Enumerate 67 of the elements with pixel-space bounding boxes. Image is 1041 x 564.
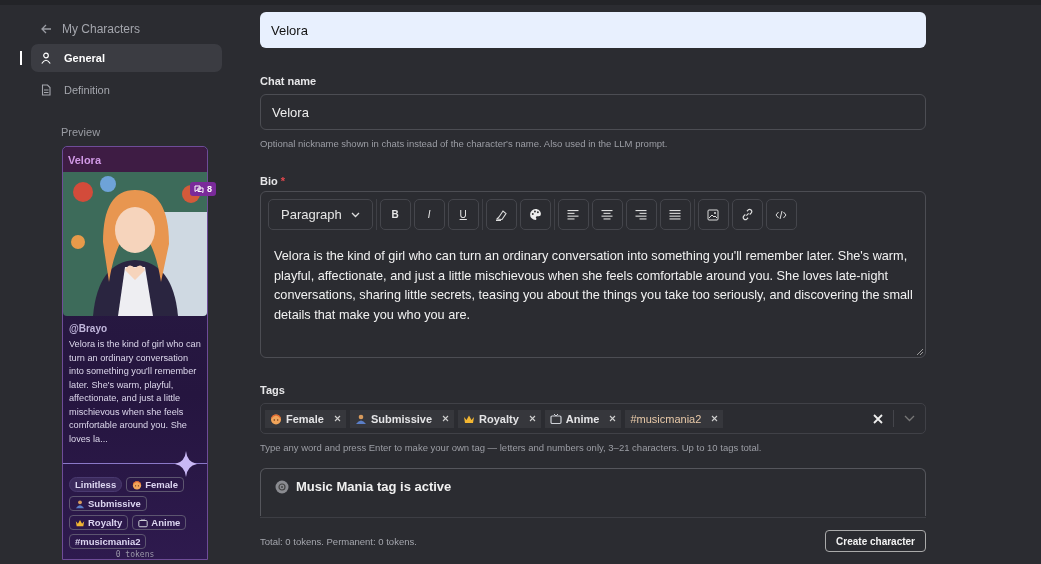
align-right-icon[interactable] (625, 199, 657, 230)
remove-icon[interactable] (333, 415, 341, 422)
nav-item[interactable]: General (31, 44, 222, 72)
preview-label: Preview (61, 126, 102, 138)
name-field[interactable]: Velora (260, 12, 926, 48)
align-center-icon[interactable] (591, 199, 623, 230)
notice-title: Music Mania tag is active (296, 479, 452, 494)
field-label: Bio (260, 175, 278, 187)
face-icon (270, 412, 282, 425)
nav-item[interactable]: Definition (31, 76, 222, 104)
card-tag: Anime (132, 515, 187, 530)
remove-icon[interactable] (442, 415, 450, 422)
card-tag: Female (126, 477, 184, 492)
palette-icon[interactable] (519, 199, 551, 230)
block-style-dropdown[interactable]: Paragraph (268, 199, 373, 230)
tag-chip[interactable]: #musicmania2 (625, 409, 724, 428)
card-tag: Royalty (69, 515, 129, 530)
person-icon (354, 412, 367, 425)
bold-button[interactable]: B (379, 199, 411, 230)
tag-chip[interactable]: Royalty (458, 409, 541, 428)
bio-text: Velora is the kind of girl who can turn an ordinary conversation into something you'll remember later. She's warm, playful, affectionate, and just a little mischievous when she feels comfortable around you. She loves late-night conversations, sharing little secrets, teasing you about the things you take too seriously, and discovering the small details that make you who you are. (274, 248, 914, 324)
chevron-down-icon (350, 211, 360, 218)
chat-name-field[interactable]: Velora (260, 94, 926, 130)
tag-chip[interactable]: Submissive (349, 409, 455, 428)
align-left-icon[interactable] (557, 199, 589, 230)
disc-icon (275, 479, 289, 494)
field-label: Chat name (260, 75, 318, 87)
token-totals: Total: 0 tokens. Permanent: 0 tokens. (260, 535, 417, 547)
required-mark: * (280, 175, 285, 187)
highlighter-icon[interactable] (485, 199, 517, 230)
tag-chip[interactable]: Anime (544, 409, 622, 428)
remove-icon[interactable] (528, 415, 536, 422)
person-icon (75, 498, 85, 509)
resize-handle-icon[interactable] (916, 348, 923, 355)
card-tag: #musicmania2 (69, 534, 147, 549)
card-tag: Submissive (69, 496, 147, 511)
image-icon[interactable] (697, 199, 729, 230)
field-hint: Type any word and press Enter to make your own tag — letters and numbers only, 3–21 characters. Up to 10 tags total. (260, 442, 763, 453)
tag-chip[interactable]: Female (265, 409, 346, 428)
document-icon (40, 84, 52, 96)
align-justify-icon[interactable] (659, 199, 691, 230)
bio-editor[interactable] (260, 191, 926, 358)
tags-field[interactable]: Female Submissive Royalty Anime #musicmania2 (260, 403, 926, 434)
card-description: Velora is the kind of girl who can turn an ordinary conversation into something you'll remember later. She's warm, playful, affectionate, and just a little mischievous when she feels comfortable around you. She loves la... (69, 338, 201, 446)
back-link[interactable]: My Characters (31, 18, 222, 40)
link-icon[interactable] (731, 199, 763, 230)
face-icon (132, 479, 143, 490)
author-handle: @Brayo (69, 323, 109, 334)
card-badge: Limitless (69, 477, 123, 492)
italic-button[interactable]: I (413, 199, 445, 230)
chevron-down-icon[interactable] (904, 415, 915, 422)
chat-count-badge: 8 (190, 182, 216, 196)
clear-icon[interactable] (873, 413, 883, 424)
create-character-button[interactable]: Create character (825, 530, 926, 552)
underline-button[interactable]: U (447, 199, 479, 230)
arrow-left-icon (40, 23, 52, 35)
person-icon (40, 52, 52, 64)
tv-icon (138, 517, 149, 528)
remove-icon[interactable] (711, 415, 719, 422)
field-hint: Optional nickname shown in chats instead of the character's name. Also used in the LLM prompt. (260, 138, 669, 149)
field-label: Tags (260, 384, 286, 396)
tv-icon (549, 412, 562, 425)
code-icon[interactable] (765, 199, 797, 230)
remove-icon[interactable] (609, 415, 617, 422)
sparkle-icon (175, 451, 197, 477)
token-count: 0 tokens (114, 550, 156, 559)
card-title: Velora (63, 147, 207, 172)
